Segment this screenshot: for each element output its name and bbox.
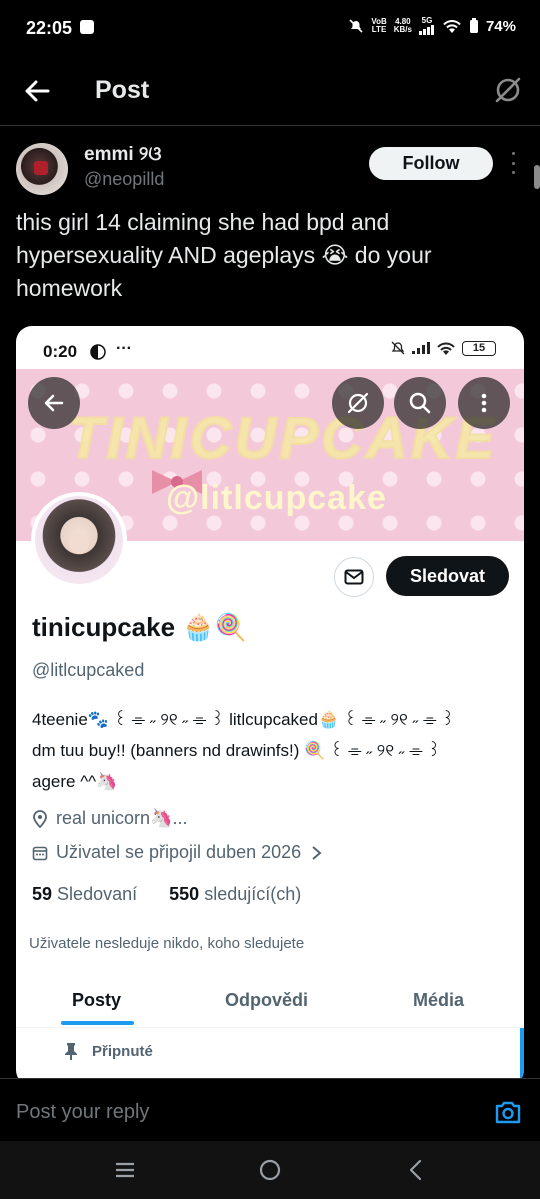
joined-text: Uživatel se připojil duben 2026	[56, 842, 302, 862]
camera-icon[interactable]	[494, 1099, 522, 1125]
profile-handle: @litlcupcaked	[32, 660, 145, 680]
speed-indicator: 4.80 KB/s	[393, 17, 412, 34]
follow-profile-button[interactable]: Sledovat	[386, 556, 509, 596]
followers-label: sledující(ch)	[204, 884, 302, 904]
back-arrow-icon	[44, 394, 64, 412]
mutual-followers-note: Uživatele nesleduje nikdo, koho sledujet…	[29, 935, 305, 952]
battery-level: 74%	[485, 17, 516, 35]
banner-subtext: @litlcupcake	[166, 479, 387, 517]
profile-joined[interactable]: Uživatel se připojil duben 2026	[32, 842, 323, 863]
status-bar: 22:05 VoB LTE 4.80 KB/s 5G 74%	[0, 0, 540, 58]
status-icons: VoB LTE 4.80 KB/s 5G 74%	[348, 17, 516, 35]
grok-icon	[347, 392, 369, 414]
author-name[interactable]: emmi ୨ଓ	[84, 144, 161, 166]
search-icon	[409, 392, 431, 414]
post-text: this girl 14 claiming she had bpd and hy…	[16, 209, 432, 301]
battery-icon	[469, 18, 478, 33]
pinned-label: Připnuté	[64, 1042, 153, 1060]
embedded-status-time: 0:20	[43, 342, 78, 361]
more-options-icon[interactable]	[507, 152, 519, 174]
post-image[interactable]: 0:20 ··· 15 TINICUPCAKE @litlcupcake Sle…	[16, 326, 524, 1086]
system-navigation-bar	[0, 1141, 540, 1199]
embedded-wifi-icon	[437, 342, 455, 355]
author-avatar[interactable]	[16, 143, 68, 195]
profile-location: real unicorn🦄...	[32, 808, 187, 829]
embedded-status-icons: 15	[390, 340, 496, 356]
embedded-mute-icon	[391, 341, 405, 355]
follow-stats[interactable]: 59 Sledovaní 550 sledující(ch)	[32, 884, 301, 905]
home-icon[interactable]	[257, 1157, 283, 1183]
mute-icon	[349, 19, 363, 33]
mail-icon	[344, 569, 364, 585]
volte-indicator: VoB LTE	[371, 17, 387, 34]
bio-line: 4teenie🐾 ꒰ ⌯ ˶ ୨୧ ˶ ⌯ ꒱ litlcupcaked🧁 ꒰ …	[32, 710, 455, 729]
active-tab-indicator	[61, 1021, 134, 1025]
tab-media[interactable]: Média	[413, 990, 464, 1011]
pin-icon	[65, 1043, 77, 1060]
followers-count: 550	[169, 884, 200, 904]
location-pin-icon	[33, 809, 47, 828]
back-nav-icon[interactable]	[403, 1157, 429, 1183]
embedded-status-bar: 0:20 ··· 15	[16, 326, 524, 372]
signal-icon	[418, 25, 434, 35]
profile-bio: 4teenie🐾 ꒰ ⌯ ˶ ୨୧ ˶ ⌯ ꒱ litlcupcaked🧁 ꒰ …	[32, 704, 512, 797]
banner-back-button[interactable]	[28, 377, 80, 429]
location-text: real unicorn🦄...	[56, 808, 188, 828]
tab-odpovedi[interactable]: Odpovědi	[225, 990, 308, 1011]
back-arrow-icon[interactable]	[22, 76, 52, 106]
more-vertical-icon	[481, 393, 487, 413]
chevron-right-icon	[312, 845, 322, 860]
page-title: Post	[95, 76, 150, 104]
author-handle[interactable]: @neopilld	[84, 169, 164, 190]
tab-posty[interactable]: Posty	[72, 990, 121, 1011]
banner-more-button[interactable]	[458, 377, 510, 429]
notification-icon	[80, 20, 94, 34]
reply-bar: Post your reply	[0, 1078, 540, 1140]
reply-input[interactable]: Post your reply	[16, 1101, 149, 1124]
scrollbar[interactable]	[534, 165, 540, 189]
following-count: 59	[32, 884, 53, 904]
follow-button[interactable]: Follow	[369, 147, 493, 180]
following-label: Sledovaní	[57, 884, 138, 904]
bio-line: agere ^^🦄	[32, 772, 118, 791]
embedded-status-dots: ···	[116, 340, 132, 357]
embedded-battery: 15	[462, 340, 496, 356]
calendar-icon	[32, 846, 48, 860]
recent-apps-icon[interactable]	[112, 1157, 138, 1183]
signal-indicator: 5G	[418, 17, 435, 35]
status-time: 22:05	[26, 18, 73, 38]
pinned-text: Připnuté	[92, 1042, 153, 1060]
profile-display-name: tinicupcake 🧁🍭	[32, 612, 248, 642]
banner-grok-button[interactable]	[332, 377, 384, 429]
message-button[interactable]	[334, 557, 374, 597]
banner-search-button[interactable]	[394, 377, 446, 429]
grok-icon[interactable]	[492, 74, 524, 106]
bio-line: dm tuu buy!! (banners nd drawinfs!) 🍭 ꒰ …	[32, 741, 441, 760]
embedded-dnd-icon	[90, 344, 106, 360]
embedded-signal-icon	[412, 342, 430, 354]
wifi-icon	[443, 20, 461, 33]
profile-avatar[interactable]	[31, 492, 127, 588]
post-header: Post	[0, 58, 540, 126]
